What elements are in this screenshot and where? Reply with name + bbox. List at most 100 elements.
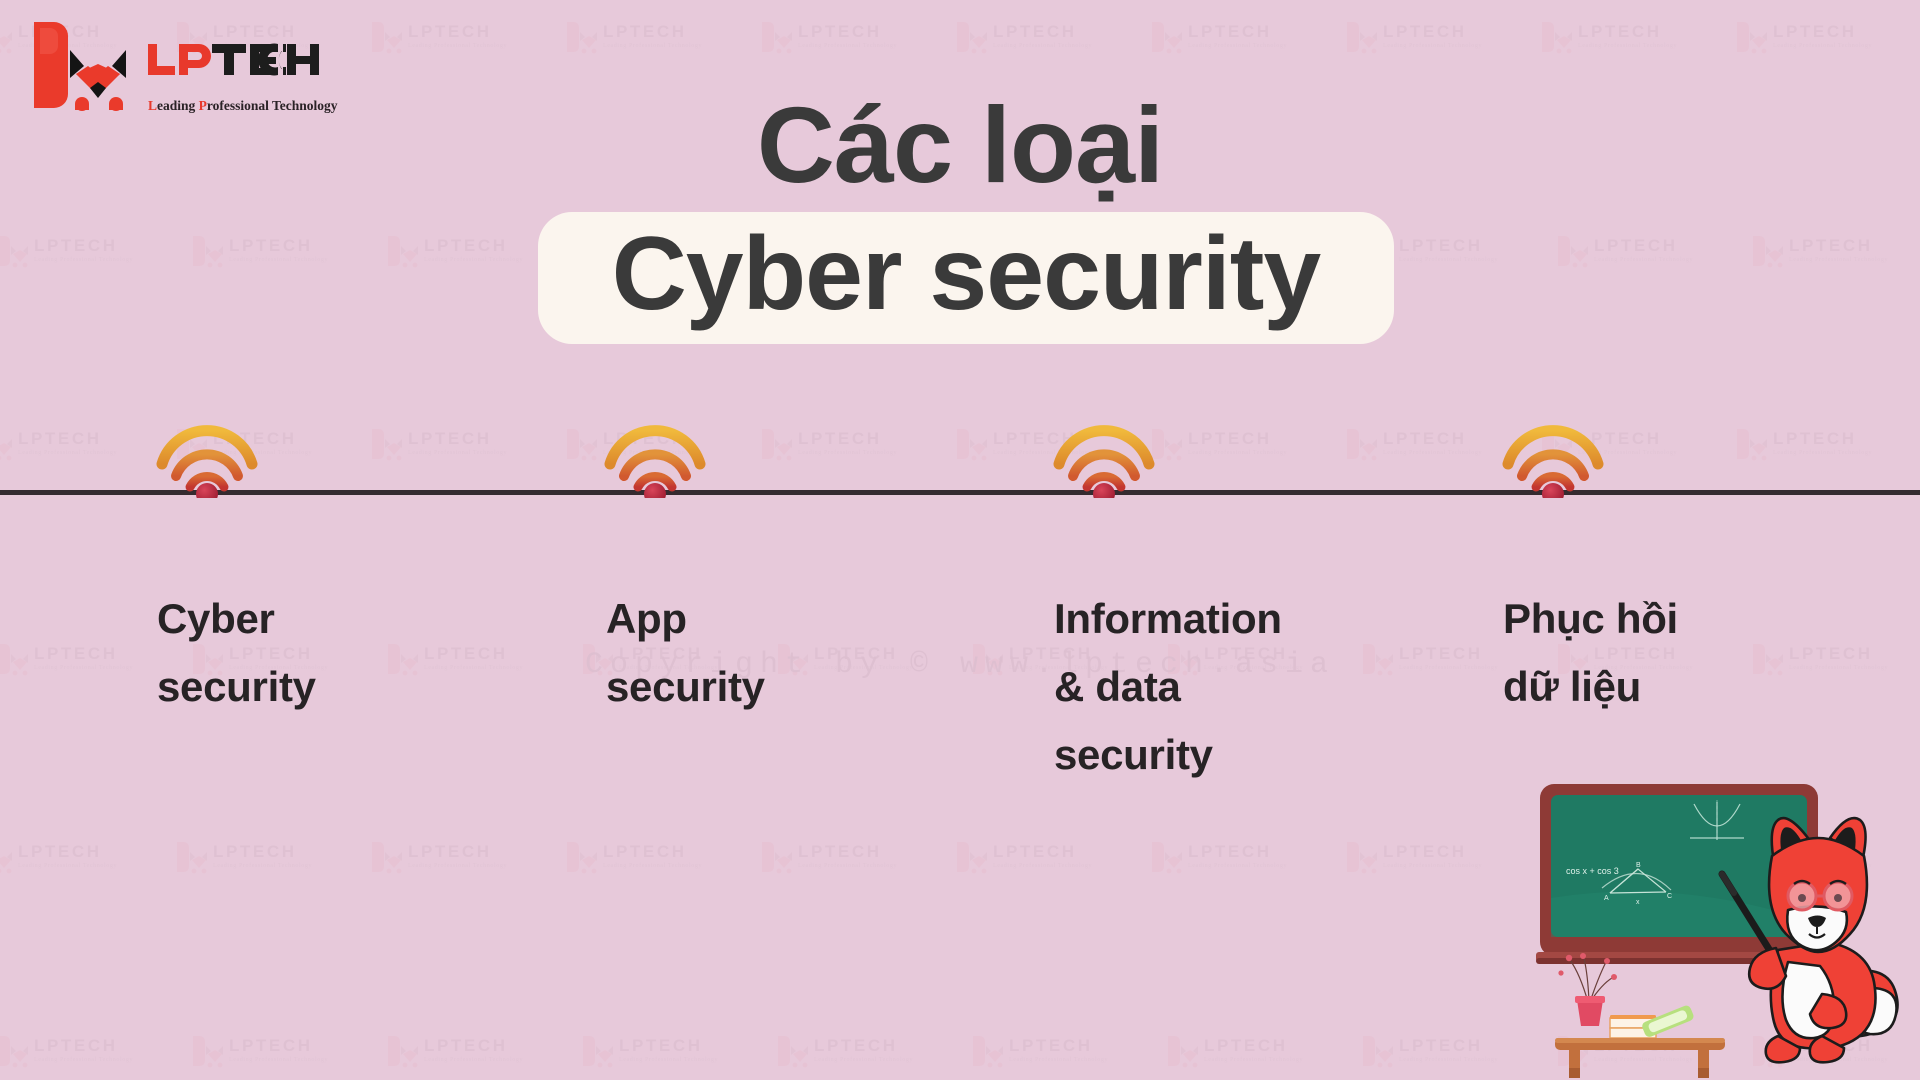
infographic-canvas: LPTECH Leading Professional Technology LPT…	[0, 0, 1920, 1080]
watermark-wordmark: LPTECH	[619, 1036, 703, 1055]
watermark-fox-icon	[193, 1036, 223, 1068]
watermark-logo: LPTECH Leading Professional Technology	[971, 1032, 1121, 1076]
watermark-tagline: Leading Professional Technology	[619, 1057, 719, 1063]
watermark-logo: LPTECH Leading Professional Technology	[0, 425, 130, 469]
watermark-logo: LPTECH Leading Professional Technology	[1345, 838, 1495, 882]
watermark-logo: LPTECH Leading Professional Technology	[1345, 18, 1495, 62]
timeline-node-1	[600, 420, 710, 498]
label-line: & data	[1054, 663, 1181, 711]
timeline-node-3	[1498, 420, 1608, 498]
wifi-signal-icon	[604, 425, 706, 498]
watermark-tagline: Leading Professional Technology	[1188, 43, 1288, 49]
timeline-node-2	[1049, 420, 1159, 498]
brand-wordmark	[146, 42, 346, 88]
label-line: App	[606, 595, 687, 642]
watermark-wordmark: LPTECH	[229, 236, 313, 255]
watermark-wordmark: LPTECH	[1773, 22, 1857, 41]
watermark-tagline: Leading Professional Technology	[1789, 257, 1889, 263]
watermark-wordmark: LPTECH	[424, 236, 508, 255]
watermark-fox-icon	[177, 842, 207, 874]
watermark-logo: LPTECH Leading Professional Technology	[776, 1032, 926, 1076]
watermark-tagline: Leading Professional Technology	[1399, 1057, 1499, 1063]
watermark-logo: LPTECH Leading Professional Technology	[0, 1032, 146, 1076]
watermark-tagline: Leading Professional Technology	[1578, 43, 1678, 49]
label-line: security	[606, 663, 765, 711]
svg-text:A: A	[1604, 895, 1609, 902]
watermark-tagline: Leading Professional Technology	[229, 1057, 329, 1063]
watermark-wordmark: LPTECH	[1578, 22, 1662, 41]
watermark-tagline: Leading Professional Technology	[1773, 450, 1873, 456]
watermark-wordmark: LPTECH	[993, 22, 1077, 41]
watermark-fox-icon	[567, 842, 597, 874]
svg-text:B: B	[1636, 862, 1641, 869]
watermark-logo: LPTECH Leading Professional Technology	[1166, 1032, 1316, 1076]
watermark-logo: LPTECH Leading Professional Technology	[1735, 425, 1885, 469]
watermark-fox-icon	[1363, 1036, 1393, 1068]
watermark-fox-icon	[1347, 842, 1377, 874]
watermark-tagline: Leading Professional Technology	[1594, 257, 1694, 263]
watermark-logo: LPTECH Leading Professional Technology	[1735, 18, 1885, 62]
watermark-logo: LPTECH Leading Professional Technology	[370, 425, 520, 469]
watermark-tagline: Leading Professional Technology	[213, 863, 313, 869]
svg-text:C: C	[1667, 893, 1672, 900]
timeline-label-information-data-security: Information & data security	[1054, 585, 1414, 789]
watermark-fox-icon	[193, 236, 223, 268]
label-line: Phục hồi	[1503, 595, 1678, 642]
watermark-wordmark: LPTECH	[1188, 842, 1272, 861]
chalkboard-equation: cos x + cos 3	[1566, 866, 1619, 876]
timeline-node-0	[152, 420, 262, 498]
watermark-wordmark: LPTECH	[1383, 22, 1467, 41]
watermark-logo: LPTECH Leading Professional Technology	[1556, 232, 1706, 276]
watermark-logo: LPTECH Leading Professional Technology	[1150, 838, 1300, 882]
watermark-tagline: Leading Professional Technology	[1773, 43, 1873, 49]
watermark-logo: LPTECH Leading Professional Technology	[1540, 18, 1690, 62]
watermark-fox-icon	[1737, 22, 1767, 54]
watermark-wordmark: LPTECH	[1399, 1036, 1483, 1055]
watermark-fox-icon	[372, 429, 402, 461]
watermark-tagline: Leading Professional Technology	[798, 43, 898, 49]
watermark-tagline: Leading Professional Technology	[814, 1057, 914, 1063]
watermark-logo: LPTECH Leading Professional Technology	[955, 18, 1105, 62]
watermark-fox-icon	[957, 429, 987, 461]
watermark-logo: LPTECH Leading Professional Technology	[191, 232, 341, 276]
timeline-label-cyber-security: Cyber security	[157, 585, 517, 721]
watermark-fox-icon	[1347, 22, 1377, 54]
watermark-tagline: Leading Professional Technology	[603, 43, 703, 49]
watermark-tagline: Leading Professional Technology	[18, 863, 118, 869]
watermark-wordmark: LPTECH	[18, 842, 102, 861]
watermark-logo: LPTECH Leading Professional Technology	[370, 838, 520, 882]
watermark-fox-icon	[1542, 22, 1572, 54]
wifi-signal-icon	[156, 425, 258, 498]
watermark-logo: LPTECH Leading Professional Technology	[760, 18, 910, 62]
watermark-logo: LPTECH Leading Professional Technology	[1150, 425, 1300, 469]
label-line: Cyber	[157, 595, 275, 642]
watermark-logo: LPTECH Leading Professional Technology	[370, 18, 520, 62]
watermark-tagline: Leading Professional Technology	[1009, 1057, 1109, 1063]
watermark-wordmark: LPTECH	[34, 1036, 118, 1055]
watermark-fox-icon	[1152, 22, 1182, 54]
watermark-fox-icon	[0, 236, 28, 268]
watermark-fox-icon	[762, 842, 792, 874]
watermark-wordmark: LPTECH	[814, 1036, 898, 1055]
watermark-fox-icon	[1558, 236, 1588, 268]
watermark-logo: LPTECH Leading Professional Technology	[0, 838, 130, 882]
watermark-wordmark: LPTECH	[408, 429, 492, 448]
watermark-wordmark: LPTECH	[213, 842, 297, 861]
watermark-logo: LPTECH Leading Professional Technology	[386, 1032, 536, 1076]
watermark-fox-icon	[388, 236, 418, 268]
watermark-logo: LPTECH Leading Professional Technology	[1345, 425, 1495, 469]
watermark-tagline: Leading Professional Technology	[993, 863, 1093, 869]
watermark-tagline: Leading Professional Technology	[408, 43, 508, 49]
watermark-logo: LPTECH Leading Professional Technology	[175, 838, 325, 882]
watermark-wordmark: LPTECH	[798, 22, 882, 41]
watermark-fox-icon	[0, 32, 12, 54]
watermark-fox-icon	[0, 439, 12, 461]
watermark-logo: LPTECH Leading Professional Technology	[565, 838, 715, 882]
watermark-logo: LPTECH Leading Professional Technology	[386, 232, 536, 276]
wifi-signal-icon	[1053, 425, 1155, 498]
watermark-wordmark: LPTECH	[408, 22, 492, 41]
watermark-tagline: Leading Professional Technology	[1383, 863, 1483, 869]
watermark-wordmark: LPTECH	[1594, 236, 1678, 255]
watermark-fox-icon	[1152, 842, 1182, 874]
watermark-fox-icon	[372, 22, 402, 54]
